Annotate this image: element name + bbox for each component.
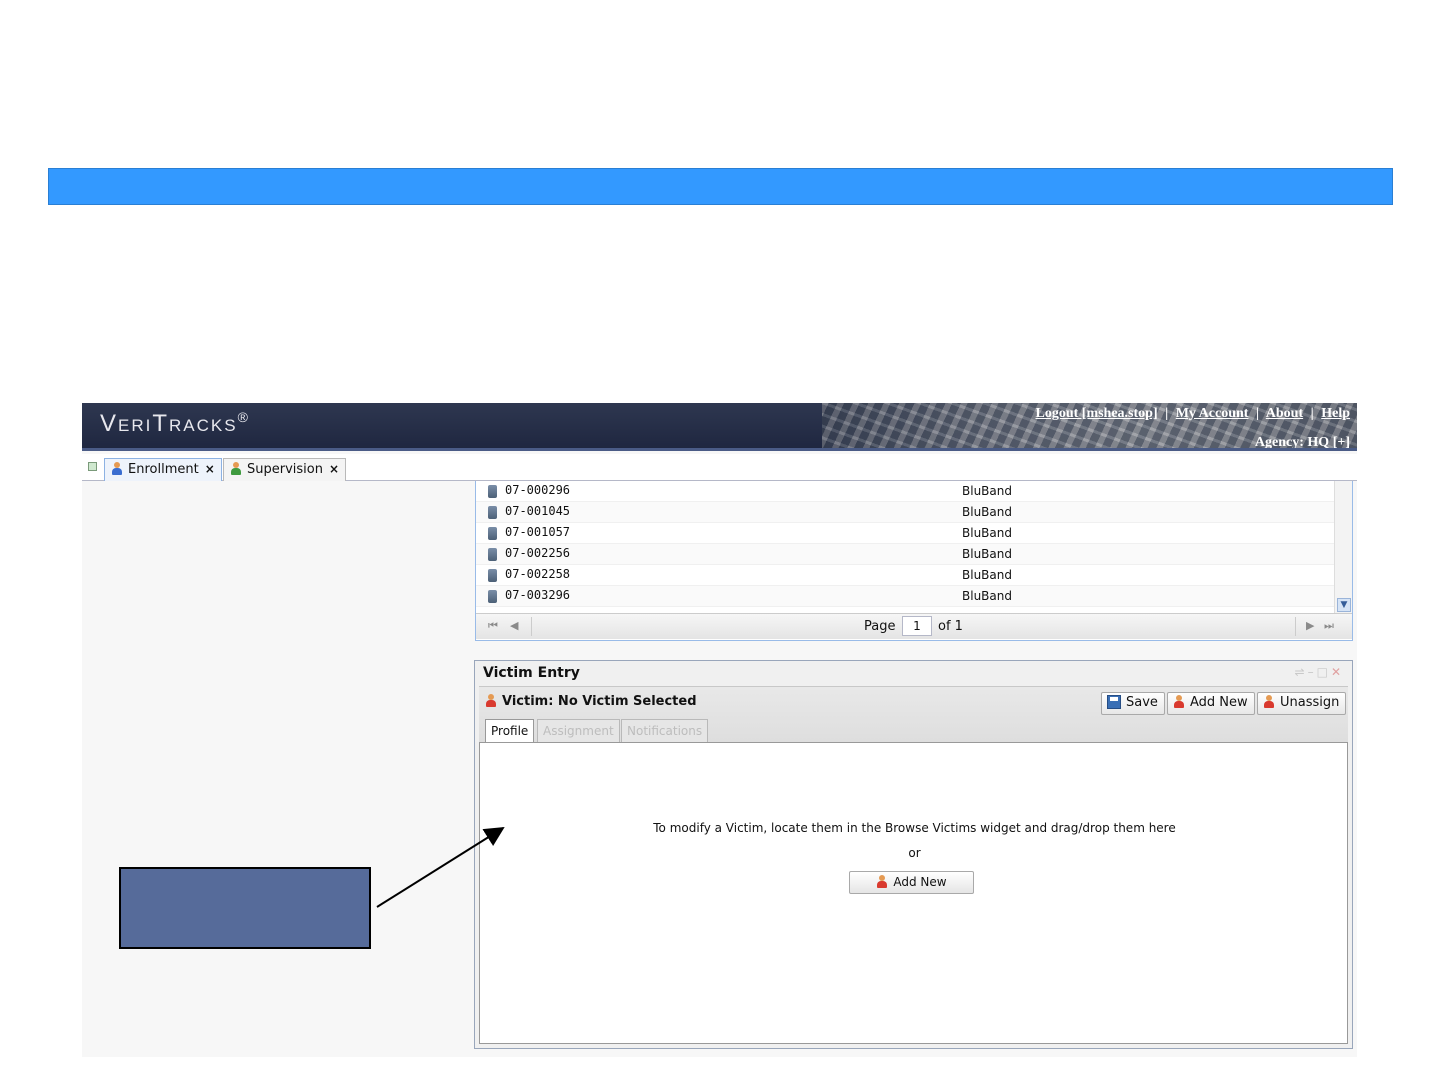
about-link[interactable]: About xyxy=(1266,406,1303,421)
save-icon xyxy=(1107,695,1121,709)
add-new-label: Add New xyxy=(1190,695,1248,710)
devices-grid: 07-000296 BluBand 07-001045 BluBand 07-001… xyxy=(475,481,1353,641)
tab-label: Supervision xyxy=(247,462,323,477)
device-id: 07-003296 xyxy=(505,588,571,602)
main-tabbar: Enrollment × Supervision × xyxy=(82,454,1357,481)
add-new-button[interactable]: Add New xyxy=(1167,692,1255,715)
device-type: BluBand xyxy=(962,589,1012,603)
callout-box xyxy=(119,867,371,949)
tab-enrollment[interactable]: Enrollment × xyxy=(104,458,222,481)
device-id: 07-000296 xyxy=(505,483,571,497)
logo-registered-mark: ® xyxy=(237,409,250,425)
add-new-victim-button[interactable]: Add New xyxy=(849,871,974,894)
device-type: BluBand xyxy=(962,526,1012,540)
victim-status-text: Victim: No Victim Selected xyxy=(502,694,697,709)
link-separator: | xyxy=(1255,406,1260,421)
save-button[interactable]: Save xyxy=(1101,692,1165,715)
device-icon xyxy=(488,590,497,603)
table-row[interactable]: 07-001057 BluBand xyxy=(476,523,1334,544)
victim-status: Victim: No Victim Selected xyxy=(485,694,697,709)
close-icon[interactable]: ✕ xyxy=(1331,665,1344,679)
tab-assignment[interactable]: Assignment xyxy=(537,719,620,743)
page-number-input[interactable]: 1 xyxy=(902,616,932,636)
table-row[interactable]: 07-003296 BluBand xyxy=(476,586,1334,607)
unassign-person-icon xyxy=(1263,695,1275,708)
logout-link[interactable]: Logout [mshea.stop] xyxy=(1036,406,1158,421)
panel-title: Victim Entry xyxy=(483,665,580,681)
device-id: 07-002258 xyxy=(505,567,571,581)
add-person-icon xyxy=(876,875,888,888)
panel-toggle-icon[interactable] xyxy=(88,462,97,471)
victim-entry-panel: Victim Entry ⇌–□✕ Victim: No Victim Sele… xyxy=(474,660,1353,1049)
first-page-icon[interactable]: ⏮ xyxy=(488,619,498,633)
drop-instructions: To modify a Victim, locate them in the B… xyxy=(653,821,1176,835)
close-tab-icon[interactable]: × xyxy=(205,462,215,476)
table-row[interactable]: 07-002258 BluBand xyxy=(476,565,1334,586)
tab-profile[interactable]: Profile xyxy=(485,719,535,744)
header-links: Logout [mshea.stop] | My Account | About… xyxy=(1036,406,1351,422)
next-page-icon[interactable]: ▶ xyxy=(1306,619,1314,632)
unassign-button[interactable]: Unassign xyxy=(1257,692,1347,715)
tab-supervision[interactable]: Supervision × xyxy=(223,458,347,481)
device-icon xyxy=(488,485,497,498)
tab-notifications[interactable]: Notifications xyxy=(621,719,709,743)
app-header: VeriTracks® Logout [mshea.stop] | My Acc… xyxy=(82,403,1357,451)
device-id: 07-002256 xyxy=(505,546,571,560)
victim-icon xyxy=(485,694,497,707)
link-separator: | xyxy=(1310,406,1314,421)
device-type: BluBand xyxy=(962,484,1012,498)
device-icon xyxy=(488,506,497,519)
help-link[interactable]: Help xyxy=(1321,406,1350,421)
or-text: or xyxy=(908,846,921,860)
my-account-link[interactable]: My Account xyxy=(1176,406,1249,421)
tab-label: Enrollment xyxy=(128,462,199,477)
table-row[interactable]: 07-001045 BluBand xyxy=(476,502,1334,523)
victim-toolbar: Victim: No Victim Selected Save Add New … xyxy=(479,686,1348,744)
title-banner xyxy=(48,168,1393,205)
device-icon xyxy=(488,569,497,582)
person-icon xyxy=(111,462,123,475)
device-type: BluBand xyxy=(962,547,1012,561)
page-count: of 1 xyxy=(938,619,963,634)
maximize-icon[interactable]: □ xyxy=(1317,665,1331,679)
pin-icon[interactable]: ⇌ xyxy=(1295,665,1308,679)
link-separator: | xyxy=(1165,406,1169,421)
agency-selector[interactable]: Agency: HQ [+] xyxy=(1255,435,1350,448)
supervision-icon xyxy=(230,462,242,475)
veritracks-app: VeriTracks® Logout [mshea.stop] | My Acc… xyxy=(82,403,1357,1057)
veritracks-logo: VeriTracks® xyxy=(100,409,250,438)
minimize-icon[interactable]: – xyxy=(1308,665,1317,679)
add-person-icon xyxy=(1173,695,1185,708)
victim-drop-area[interactable]: To modify a Victim, locate them in the B… xyxy=(479,742,1348,1044)
device-id: 07-001045 xyxy=(505,504,571,518)
device-icon xyxy=(488,548,497,561)
logo-text: VeriTracks xyxy=(100,410,238,437)
table-row[interactable]: 07-002256 BluBand xyxy=(476,544,1334,565)
add-new-label: Add New xyxy=(893,875,947,889)
table-row[interactable]: 07-000296 BluBand xyxy=(476,481,1334,502)
last-page-icon[interactable]: ⏭ xyxy=(1324,619,1334,633)
grid-pager: ⏮ ◀ Page 1 of 1 ▶ ⏭ xyxy=(476,613,1352,639)
unassign-label: Unassign xyxy=(1280,695,1340,710)
device-type: BluBand xyxy=(962,568,1012,582)
page-label: Page xyxy=(864,619,896,634)
device-type: BluBand xyxy=(962,505,1012,519)
save-label: Save xyxy=(1126,695,1158,710)
device-id: 07-001057 xyxy=(505,525,571,539)
vertical-scrollbar[interactable]: ▼ xyxy=(1334,481,1352,613)
panel-tools: ⇌–□✕ xyxy=(1295,665,1344,679)
scroll-down-icon[interactable]: ▼ xyxy=(1337,598,1351,612)
close-tab-icon[interactable]: × xyxy=(329,462,339,476)
device-icon xyxy=(488,527,497,540)
devices-rows: 07-000296 BluBand 07-001045 BluBand 07-001… xyxy=(476,481,1334,613)
prev-page-icon[interactable]: ◀ xyxy=(510,619,518,632)
